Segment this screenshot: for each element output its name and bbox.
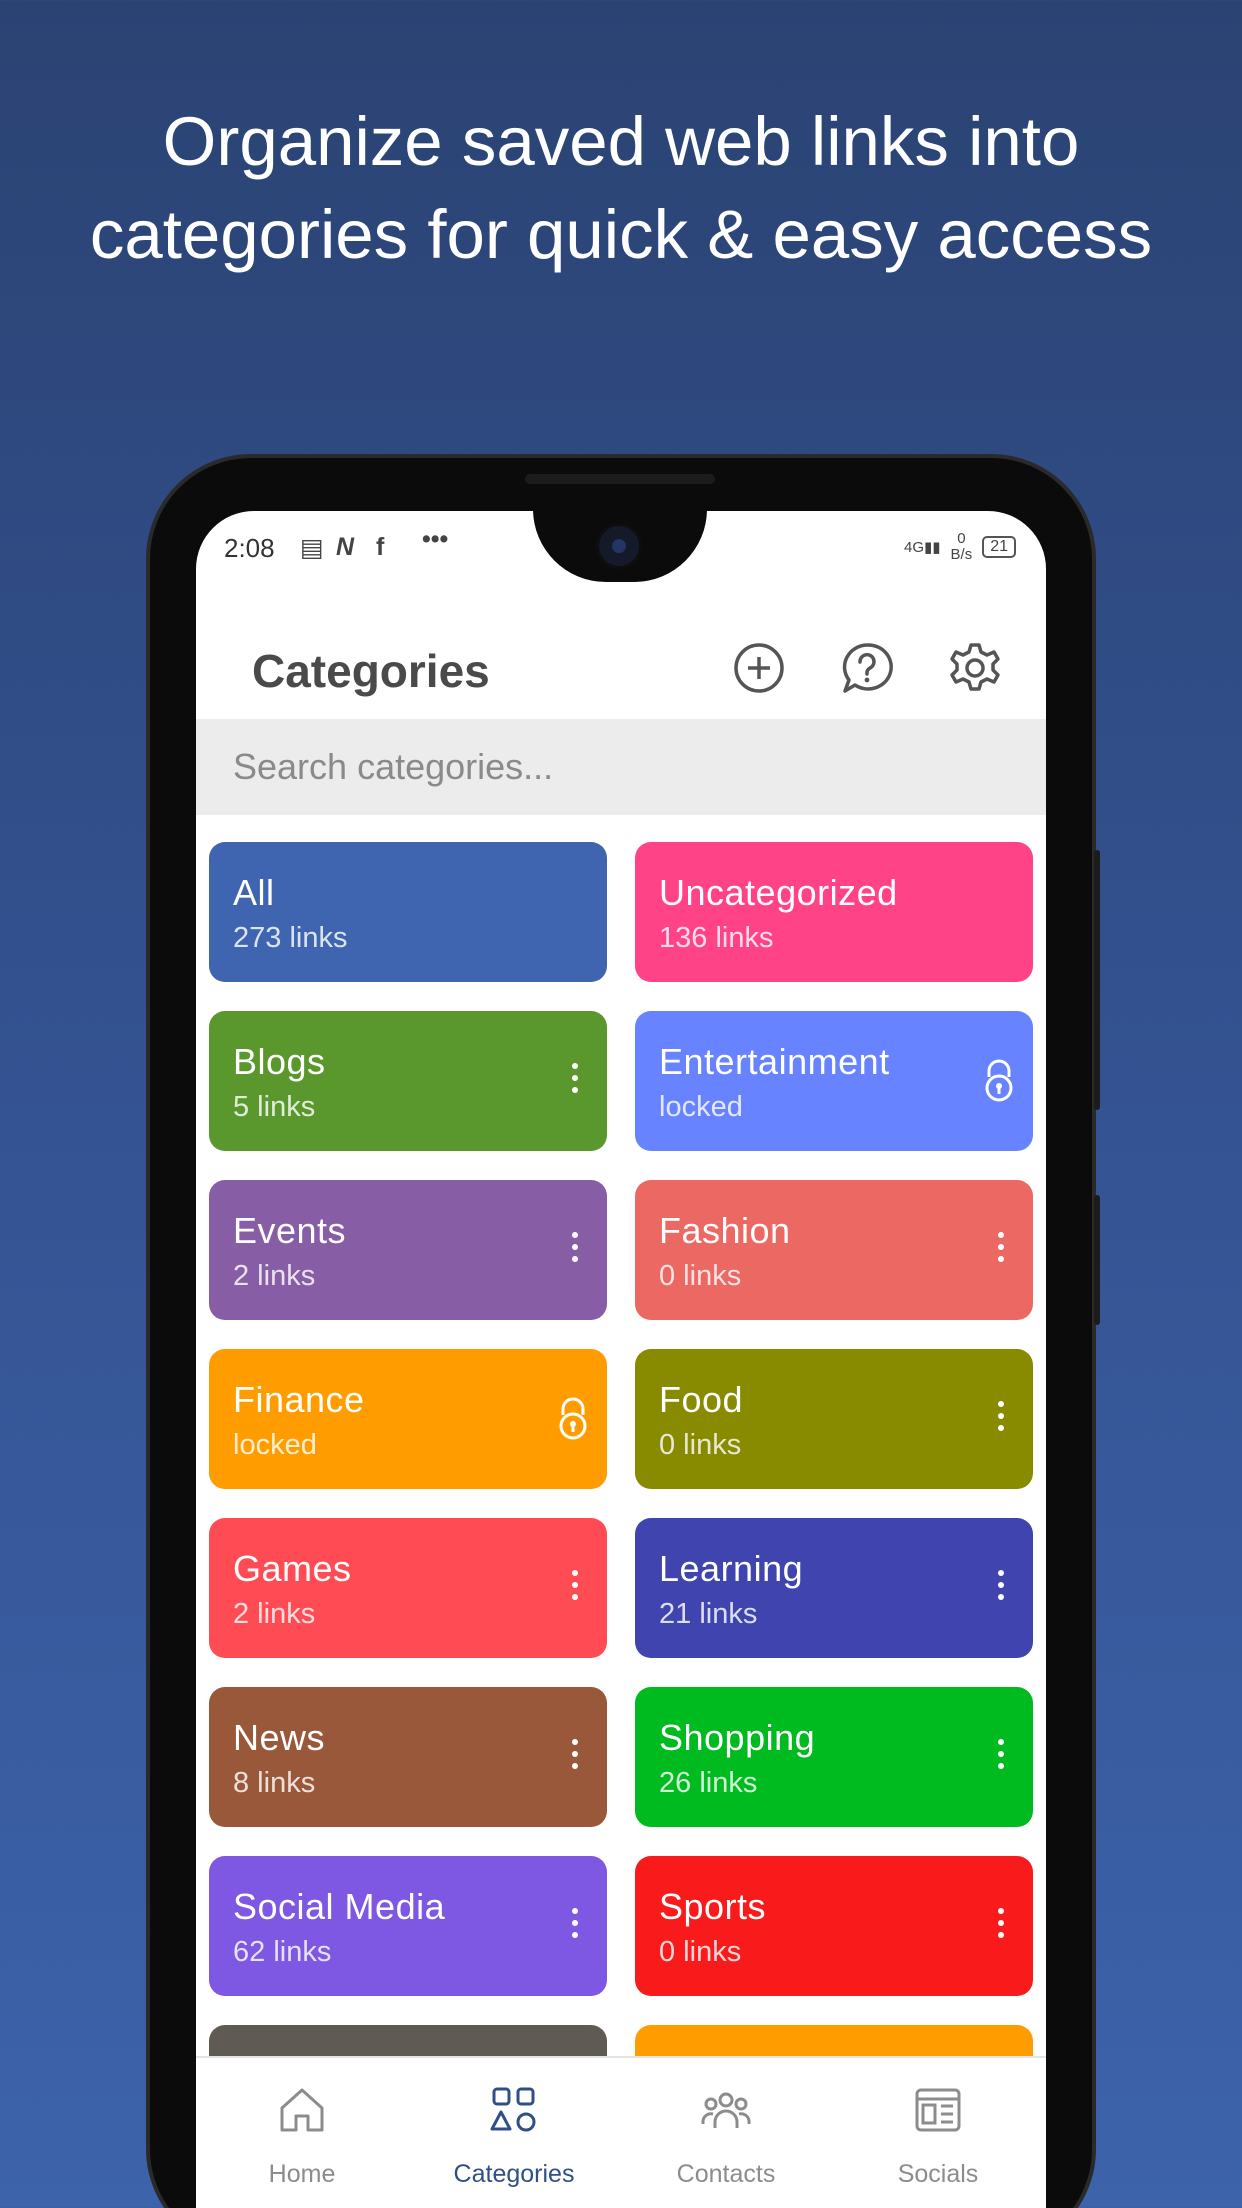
more-options-icon[interactable] <box>571 1739 579 1775</box>
more-options-icon[interactable] <box>997 1232 1005 1268</box>
status-time: 2:08 <box>224 533 275 563</box>
n-app-notification-icon: N <box>336 533 355 561</box>
category-card[interactable]: All 273 links <box>209 842 607 982</box>
category-card[interactable]: Finance locked <box>209 1349 607 1489</box>
category-link-count: 2 links <box>233 1598 316 1630</box>
category-name: All <box>233 872 275 913</box>
bottom-navigation: Home Categories Contacts Socials <box>196 2056 1046 2208</box>
category-name: Shopping <box>659 1717 816 1758</box>
category-card[interactable]: News 8 links <box>209 1687 607 1827</box>
more-options-icon[interactable] <box>997 1908 1005 1944</box>
category-link-count: 136 links <box>659 922 774 954</box>
category-card[interactable]: Sports 0 links <box>635 1856 1033 1996</box>
category-link-count: 0 links <box>659 1429 742 1461</box>
promo-headline: Organize saved web links into categories… <box>0 95 1242 281</box>
phone-side-button <box>1094 850 1100 1110</box>
nav-socials-label: Socials <box>897 2160 979 2188</box>
category-card[interactable]: Shopping 26 links <box>635 1687 1033 1827</box>
category-link-count: 5 links <box>233 1091 316 1123</box>
category-card[interactable]: Events 2 links <box>209 1180 607 1320</box>
category-name: Sports <box>659 1886 767 1927</box>
category-card[interactable]: Blogs 5 links <box>209 1011 607 1151</box>
category-name: Fashion <box>659 1210 791 1251</box>
category-link-count: 0 links <box>659 1260 742 1292</box>
category-name: Social Media <box>233 1886 446 1927</box>
help-bubble-icon <box>842 643 893 693</box>
category-name: Uncategorized <box>659 872 898 913</box>
gear-icon <box>950 643 1000 691</box>
categories-icon <box>490 2087 536 2132</box>
category-link-count: locked <box>233 1429 317 1461</box>
nav-contacts-label: Contacts <box>676 2160 776 2188</box>
network-speed: 0 B/s <box>951 531 973 563</box>
news-notification-icon: ▤ <box>300 534 324 562</box>
settings-button[interactable] <box>946 639 1004 697</box>
add-circle-icon <box>734 643 784 693</box>
phone-speaker <box>525 474 715 484</box>
category-card[interactable]: Fashion 0 links <box>635 1180 1033 1320</box>
add-category-button[interactable] <box>730 639 788 697</box>
home-icon <box>280 2088 324 2132</box>
category-link-count: 2 links <box>233 1260 316 1292</box>
more-options-icon[interactable] <box>997 1570 1005 1606</box>
category-link-count: 26 links <box>659 1767 758 1799</box>
category-link-count: 8 links <box>233 1767 316 1799</box>
battery-icon: 21 <box>982 536 1016 558</box>
category-link-count: 21 links <box>659 1598 758 1630</box>
more-options-icon[interactable] <box>997 1401 1005 1437</box>
status-right-group: 4G▮▮ 0 B/s 21 <box>904 531 1016 563</box>
phone-screen: 2:08 ▤ N f ••• 4G▮▮ 0 B/s 21 Categories <box>196 511 1046 2208</box>
nav-contacts[interactable]: Contacts <box>620 2058 832 2208</box>
phone-side-button-lower <box>1094 1195 1100 1325</box>
more-options-icon[interactable] <box>997 1739 1005 1775</box>
category-card[interactable]: Food 0 links <box>635 1349 1033 1489</box>
nav-socials[interactable]: Socials <box>832 2058 1044 2208</box>
lock-icon[interactable] <box>553 1395 593 1443</box>
category-card[interactable]: Learning 21 links <box>635 1518 1033 1658</box>
category-card[interactable]: Social Media 62 links <box>209 1856 607 1996</box>
category-name: Events <box>233 1210 347 1251</box>
network-speed-value: 0 <box>957 530 966 547</box>
headline-line-1: Organize saved web links into <box>162 103 1080 180</box>
category-name: News <box>233 1717 326 1758</box>
category-name: Learning <box>659 1548 804 1589</box>
category-link-count: 62 links <box>233 1936 332 1968</box>
more-options-icon[interactable] <box>571 1232 579 1268</box>
category-link-count: locked <box>659 1091 743 1123</box>
network-speed-unit: B/s <box>950 546 973 563</box>
category-name: Finance <box>233 1379 365 1420</box>
category-link-count: 273 links <box>233 922 348 954</box>
category-link-count: 0 links <box>659 1936 742 1968</box>
more-options-icon[interactable] <box>571 1063 579 1099</box>
socials-icon <box>915 2088 961 2132</box>
category-card[interactable]: Uncategorized 136 links <box>635 842 1033 982</box>
category-name: Entertainment <box>659 1041 890 1082</box>
contacts-icon <box>701 2092 751 2128</box>
nav-home-label: Home <box>268 2160 336 2188</box>
nav-categories[interactable]: Categories <box>408 2058 620 2208</box>
nav-home[interactable]: Home <box>196 2058 408 2208</box>
more-notifications-icon: ••• <box>422 525 449 553</box>
lock-icon[interactable] <box>979 1057 1019 1105</box>
status-bar: 2:08 ▤ N f ••• 4G▮▮ 0 B/s 21 <box>196 511 1046 585</box>
more-options-icon[interactable] <box>571 1908 579 1944</box>
category-name: Food <box>659 1379 744 1420</box>
category-card[interactable]: Entertainment locked <box>635 1011 1033 1151</box>
nav-categories-label: Categories <box>453 2160 575 2188</box>
help-button[interactable] <box>838 639 896 697</box>
category-name: Blogs <box>233 1041 326 1082</box>
headline-line-2: categories for quick & easy access <box>89 196 1153 273</box>
app-bar: Categories <box>196 616 1046 716</box>
category-name: Games <box>233 1548 352 1589</box>
page-title: Categories <box>252 645 490 697</box>
network-type: 4G <box>903 539 924 556</box>
signal-icon: 4G▮▮ <box>903 539 941 556</box>
category-card[interactable]: Games 2 links <box>209 1518 607 1658</box>
search-input[interactable]: Search categories... <box>196 719 1046 815</box>
more-options-icon[interactable] <box>571 1570 579 1606</box>
facebook-notification-icon: f <box>376 533 385 561</box>
